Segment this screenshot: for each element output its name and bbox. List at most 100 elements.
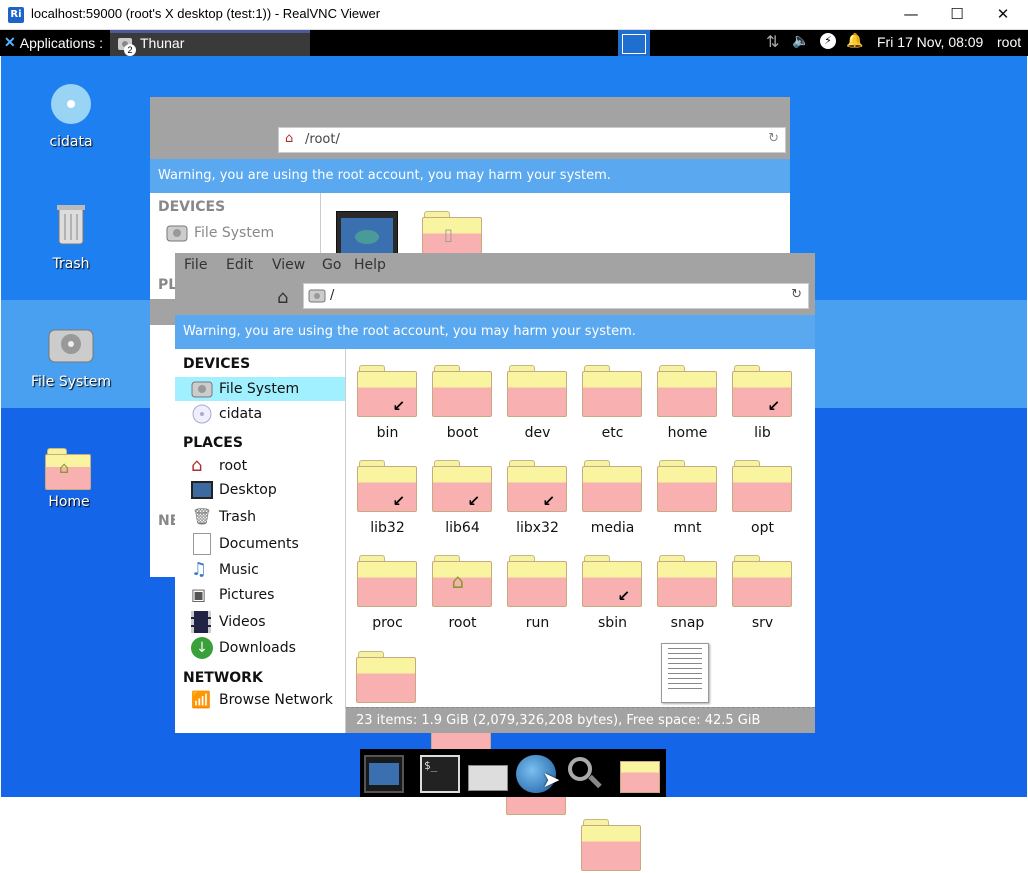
desktop-icon-label: File System	[30, 374, 112, 390]
file-item-label: proc	[372, 615, 403, 631]
dock: $_	[360, 749, 666, 797]
menu-edit[interactable]: Edit	[226, 257, 272, 273]
file-item-boot[interactable]: boot	[425, 363, 500, 441]
folder-icon	[356, 553, 419, 609]
file-item-etc[interactable]: etc	[575, 363, 650, 441]
file-item-lib64[interactable]: ↙ lib64	[425, 458, 500, 536]
folder-icon	[506, 363, 569, 419]
applications-label: Applications :	[19, 34, 104, 51]
file-item-label: dev	[524, 425, 551, 441]
desktop-icon	[191, 481, 213, 499]
volume-muted-icon[interactable]: 🔈	[792, 33, 809, 49]
file-item-snap[interactable]: snap	[650, 553, 725, 631]
devices-heading: DEVICES	[158, 199, 226, 215]
menu-help[interactable]: Help	[354, 257, 386, 273]
desktop-icon-cidata[interactable]: cidata	[26, 82, 116, 150]
desktop-icon-file-system[interactable]: File System	[26, 326, 116, 390]
home-button-icon[interactable]: ⌂	[277, 287, 288, 308]
sidebar-item-label: root	[219, 457, 248, 474]
file-item-label: bin	[376, 425, 399, 441]
terminal-icon[interactable]: $_	[420, 755, 460, 793]
file-item-home[interactable]: home	[650, 363, 725, 441]
sidebar-item-label: Documents	[219, 536, 299, 552]
notification-bell-icon[interactable]: 🔔	[846, 33, 863, 49]
file-item-run[interactable]: run	[500, 553, 575, 631]
user-menu[interactable]: root	[997, 34, 1021, 50]
file-item-label: snap	[670, 615, 705, 631]
sidebar-item-label: File System	[219, 381, 300, 397]
applications-menu[interactable]: ✕ Applications :	[4, 34, 103, 51]
folder-icon[interactable]	[581, 817, 643, 873]
sidebar-item-downloads[interactable]: ↓ Downloads	[191, 637, 296, 659]
sidebar-item-cidata[interactable]: cidata	[191, 403, 262, 425]
close-button[interactable]: ✕	[980, 0, 1026, 30]
workspace-switcher[interactable]	[618, 30, 650, 56]
power-icon[interactable]: ⚡	[820, 33, 836, 49]
film-icon	[191, 611, 211, 633]
file-item-root[interactable]: ⌂ root	[425, 553, 500, 631]
reload-icon[interactable]: ↻	[768, 131, 779, 146]
trash-icon	[57, 205, 85, 245]
sidebar-item-browse-network[interactable]: 📶 Browse Network	[191, 690, 333, 709]
reload-icon[interactable]: ↻	[791, 287, 802, 302]
desktop-icon-trash[interactable]: Trash	[26, 202, 116, 272]
location-bar[interactable]: / ↻	[303, 283, 809, 309]
sidebar-item-label: Desktop	[219, 482, 277, 498]
file-item-label: libx32	[516, 520, 559, 536]
folder-icon: ↙	[356, 458, 419, 514]
sidebar-item-trash[interactable]: 🗑 Trash	[191, 507, 256, 526]
desktop-folder-icon[interactable]	[336, 211, 398, 255]
folder-icon[interactable]	[356, 649, 418, 705]
menu-go[interactable]: Go	[322, 257, 354, 273]
folder-icon	[581, 363, 644, 419]
folder-icon[interactable]	[620, 755, 660, 793]
folder-icon	[731, 553, 794, 609]
sidebar-item-documents[interactable]: Documents	[191, 533, 299, 555]
file-item-bin[interactable]: ↙ bin	[350, 363, 425, 441]
root-warning-banner: Warning, you are using the root account,…	[150, 159, 790, 193]
file-manager-icon[interactable]	[468, 755, 508, 793]
text-file-icon[interactable]	[661, 643, 709, 703]
sidebar-item-pictures[interactable]: ▣ Pictures	[191, 585, 274, 604]
folder-icon: ↙	[581, 553, 644, 609]
show-desktop-icon[interactable]	[364, 755, 404, 793]
file-item-proc[interactable]: proc	[350, 553, 425, 631]
menu-file[interactable]: File	[184, 257, 226, 273]
sidebar-item-label: File System	[194, 225, 275, 241]
file-grid: ↙ bin boot dev etc home ↙ lib ↙ lib32 ↙ lib64 ↙ libx3…	[346, 349, 815, 871]
network-updown-icon[interactable]: ⇅	[766, 32, 779, 51]
file-item-lib[interactable]: ↙ lib	[725, 363, 800, 441]
file-item-label: lib32	[370, 520, 405, 536]
search-icon[interactable]	[564, 755, 604, 793]
minimize-button[interactable]: —	[888, 0, 934, 30]
file-item-libx32[interactable]: ↙ libx32	[500, 458, 575, 536]
devices-heading: DEVICES	[183, 356, 251, 372]
sidebar-item-label: Trash	[219, 508, 256, 525]
clock[interactable]: Fri 17 Nov, 08:09	[877, 34, 983, 50]
sidebar-item-desktop[interactable]: Desktop	[191, 481, 277, 499]
file-item-srv[interactable]: srv	[725, 553, 800, 631]
file-item-mnt[interactable]: mnt	[650, 458, 725, 536]
file-item-lib32[interactable]: ↙ lib32	[350, 458, 425, 536]
folder-icon: ↙	[731, 363, 794, 419]
hard-drive-icon	[166, 225, 188, 242]
file-item-sbin[interactable]: ↙ sbin	[575, 553, 650, 631]
sidebar-item-videos[interactable]: Videos	[191, 611, 266, 633]
disc-icon	[51, 84, 91, 124]
folder-icon	[581, 458, 644, 514]
file-item-dev[interactable]: dev	[500, 363, 575, 441]
sidebar-item-file-system[interactable]: File System	[175, 377, 345, 401]
thunar-window-front[interactable]: File Edit View Go Help ⌂ / ↻ Warning, yo…	[175, 253, 815, 871]
maximize-button[interactable]: ☐	[934, 0, 980, 30]
menu-view[interactable]: View	[272, 257, 322, 273]
file-item-opt[interactable]: opt	[725, 458, 800, 536]
file-item-media[interactable]: media	[575, 458, 650, 536]
sidebar-item-music[interactable]: ♫ Music	[191, 559, 259, 580]
desktop-icon-home[interactable]: ⌂ Home	[24, 446, 114, 510]
sidebar-item-file-system[interactable]: File System	[166, 223, 274, 243]
location-path: /root/	[305, 132, 340, 147]
sidebar-item-root[interactable]: ⌂ root	[191, 455, 247, 476]
location-bar[interactable]: ⌂ /root/ ↻	[278, 127, 786, 153]
home-icon: ⌂	[451, 569, 465, 593]
taskbar-item-thunar[interactable]: 2 Thunar	[110, 30, 310, 56]
